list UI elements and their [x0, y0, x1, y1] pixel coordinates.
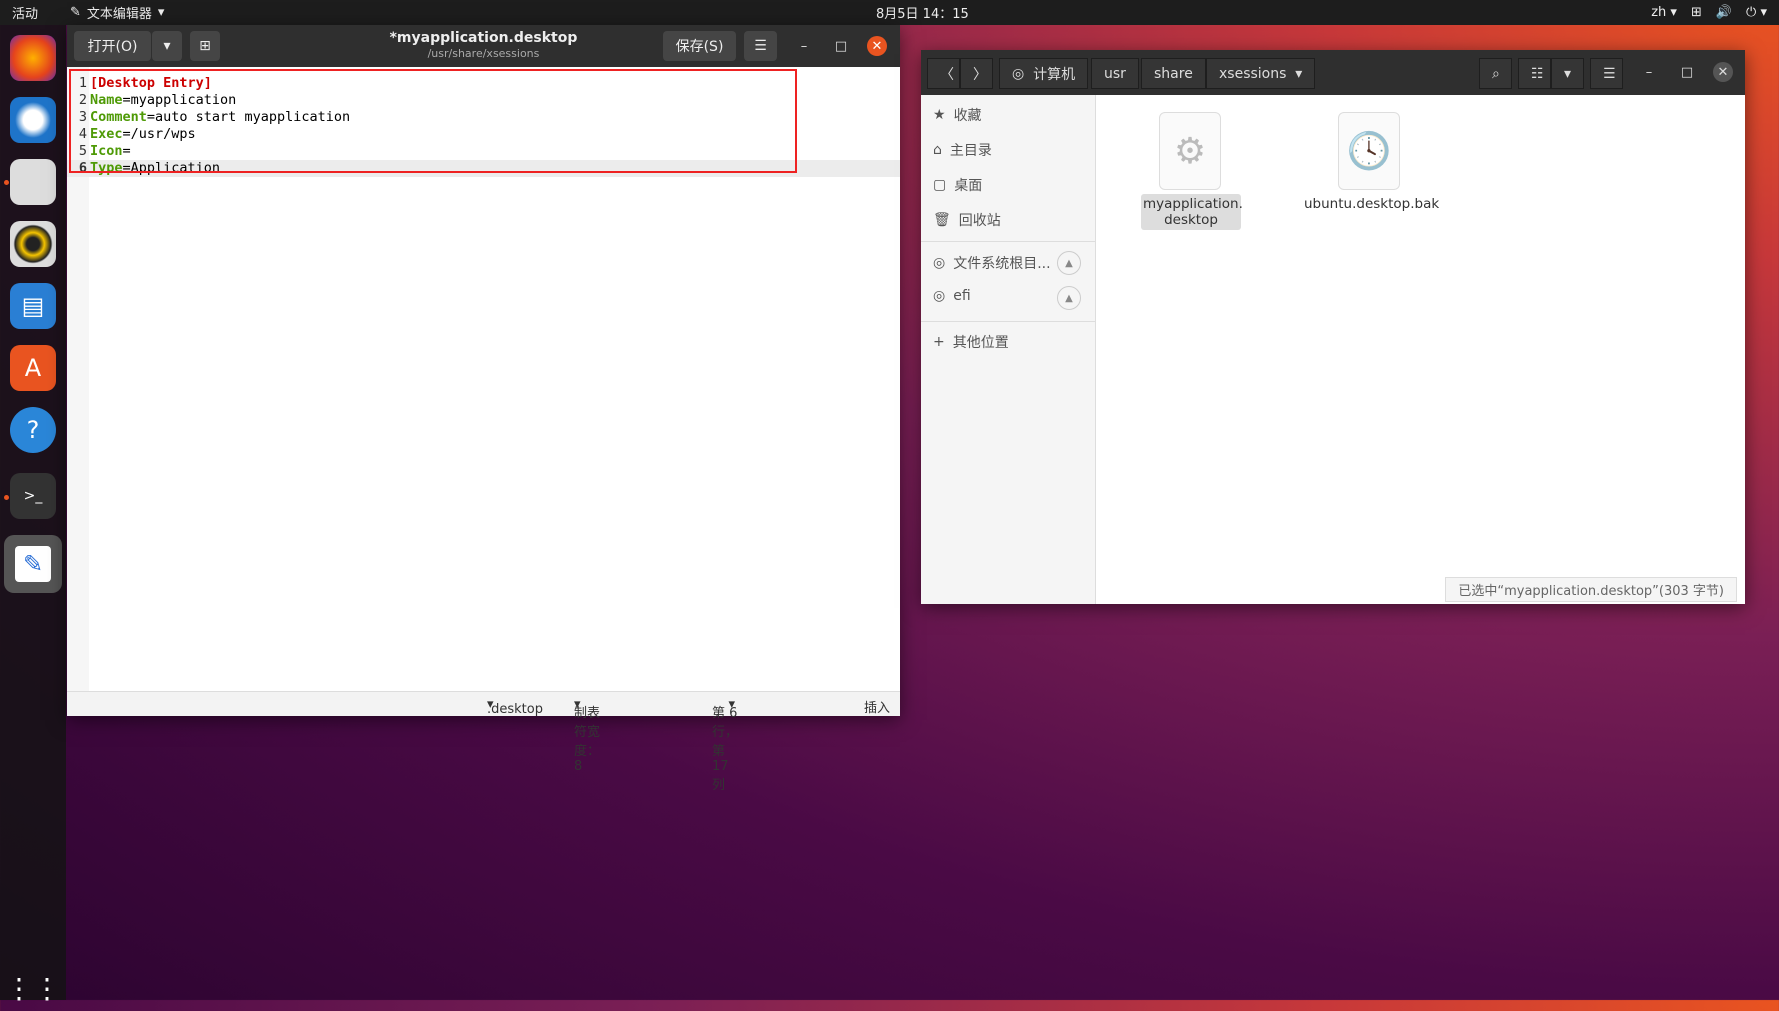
file-myapplication-desktop[interactable]: myapplication. desktop	[1141, 194, 1243, 230]
rhythmbox-icon[interactable]	[10, 221, 56, 267]
star-icon: ★	[933, 107, 946, 123]
disk-icon: ◎	[933, 255, 946, 271]
thunderbird-icon[interactable]	[10, 97, 56, 143]
trash-icon: 🗑	[933, 212, 951, 228]
firefox-icon[interactable]	[10, 35, 56, 81]
menu-button[interactable]: ☰	[1590, 58, 1623, 89]
chevron-down-icon: ▾	[157, 5, 165, 20]
view-list-button[interactable]: ☷	[1518, 58, 1551, 89]
text-editor-icon[interactable]: ✎	[4, 535, 62, 593]
code-line[interactable]: 5 Icon=	[67, 143, 900, 160]
software-icon[interactable]: A	[10, 345, 56, 391]
code-line[interactable]: 1 [Desktop Entry]	[67, 75, 900, 92]
hamburger-icon: ☰	[754, 38, 767, 54]
power-icon[interactable]: ⏻ ▾	[1746, 5, 1767, 20]
eject-icon[interactable]: ▲	[1057, 251, 1081, 275]
desktop-icon: ▢	[933, 177, 947, 193]
hamburger-icon: ☰	[1603, 65, 1616, 82]
insert-mode[interactable]: 插入	[864, 697, 890, 716]
sidebar-item-home[interactable]: ⌂ 主目录	[933, 140, 992, 160]
minimize-button[interactable]: –	[1639, 62, 1659, 82]
search-icon: ⌕	[1492, 65, 1500, 82]
sidebar-item-desktop[interactable]: ▢ 桌面	[933, 175, 982, 195]
show-apps-icon[interactable]: ⋮⋮	[5, 965, 61, 1011]
disk-icon: ◎	[933, 288, 946, 304]
file-manager-header: 〈 〉 ◎ 计算机 usr share xsessions ▾ ⌕ ☷ ▾ ☰ …	[921, 50, 1745, 95]
files-icon[interactable]	[10, 159, 56, 205]
search-button[interactable]: ⌕	[1479, 58, 1512, 89]
terminal-icon[interactable]: >_	[10, 473, 56, 519]
sidebar-item-efi[interactable]: ◎ efi	[933, 288, 971, 304]
writer-icon[interactable]: ▤	[10, 283, 56, 329]
sidebar: ★ 收藏 ⌂ 主目录 ▢ 桌面 🗑 回收站 ◎ 文件系统根目... ▲ ◎ efi ▲ + 其…	[921, 95, 1096, 604]
save-button[interactable]: 保存(S)	[663, 31, 736, 61]
close-button[interactable]: ✕	[1713, 62, 1733, 82]
sidebar-item-other-locations[interactable]: + 其他位置	[933, 332, 1009, 352]
code-line-current[interactable]: 6 Type=Application	[67, 160, 900, 177]
breadcrumb-usr[interactable]: usr	[1091, 58, 1139, 89]
dock: ▤ A ? >_ ✎ ⋮⋮	[0, 25, 66, 1005]
edit-icon: ✎	[70, 5, 81, 20]
file-ubuntu-desktop-bak[interactable]: ubuntu.desktop.bak	[1304, 196, 1439, 212]
code-line[interactable]: 3 Comment=auto start myapplication	[67, 109, 900, 126]
editor-header: 打开(O) ▾ ⊞ *myapplication.desktop /usr/sh…	[67, 25, 900, 67]
maximize-button[interactable]: □	[831, 36, 851, 56]
breadcrumb-xsessions[interactable]: xsessions ▾	[1206, 58, 1316, 89]
clock[interactable]: 8月5日 14：15	[876, 3, 969, 22]
volume-icon[interactable]: 🔊	[1716, 5, 1732, 20]
activities-button[interactable]: 活动	[12, 3, 38, 22]
language-indicator[interactable]: zh ▾	[1651, 5, 1677, 20]
close-button[interactable]: ✕	[867, 36, 887, 56]
language-selector[interactable]: .desktop ▾	[487, 697, 543, 717]
editor-text-area[interactable]: 1 [Desktop Entry] 2 Name=myapplication 3 Co…	[67, 67, 900, 691]
status-bar: .desktop ▾ 制表符宽度：8 ▾ 第 6 行，第 17 列 ▾ 插入	[67, 691, 900, 793]
file-manager-window: 〈 〉 ◎ 计算机 usr share xsessions ▾ ⌕ ☷ ▾ ☰ …	[921, 50, 1745, 604]
plus-icon: +	[933, 334, 945, 350]
maximize-button[interactable]: □	[1677, 62, 1697, 82]
network-icon[interactable]: ⊞	[1691, 5, 1702, 20]
cursor-position[interactable]: 第 6 行，第 17 列 ▾	[712, 697, 738, 793]
forward-button[interactable]: 〉	[960, 58, 993, 89]
sidebar-item-starred[interactable]: ★ 收藏	[933, 105, 982, 125]
breadcrumb-share[interactable]: share	[1141, 58, 1206, 89]
menu-button[interactable]: ☰	[744, 31, 777, 61]
code-line[interactable]: 2 Name=myapplication	[67, 92, 900, 109]
selection-status: 已选中“myapplication.desktop”(303 字节)	[1445, 577, 1737, 602]
eject-icon[interactable]: ▲	[1057, 286, 1081, 310]
text-editor-window: 打开(O) ▾ ⊞ *myapplication.desktop /usr/sh…	[67, 25, 900, 793]
app-name: 文本编辑器	[86, 7, 152, 22]
top-bar: 活动 ✎ 文本编辑器 ▾ 8月5日 14：15 zh ▾ ⊞ 🔊 ⏻ ▾	[0, 0, 1779, 25]
breadcrumb-computer[interactable]: ◎ 计算机	[999, 58, 1089, 89]
view-options-button[interactable]: ▾	[1551, 58, 1584, 89]
help-icon[interactable]: ?	[10, 407, 56, 453]
home-icon: ⌂	[933, 142, 942, 158]
sidebar-item-trash[interactable]: 🗑 回收站	[933, 210, 1001, 230]
settings-file-icon[interactable]: ⚙	[1159, 112, 1221, 190]
backup-file-icon[interactable]: 🕓	[1338, 112, 1400, 190]
back-button[interactable]: 〈	[927, 58, 960, 89]
tab-width-selector[interactable]: 制表符宽度：8 ▾	[574, 697, 600, 774]
sidebar-item-root[interactable]: ◎ 文件系统根目...	[933, 253, 1051, 273]
minimize-button[interactable]: –	[794, 36, 814, 56]
list-icon: ☷	[1531, 65, 1544, 82]
code-line[interactable]: 4 Exec=/usr/wps	[67, 126, 900, 143]
disk-icon: ◎	[1012, 65, 1034, 82]
app-menu[interactable]: ✎ 文本编辑器 ▾	[70, 3, 164, 22]
